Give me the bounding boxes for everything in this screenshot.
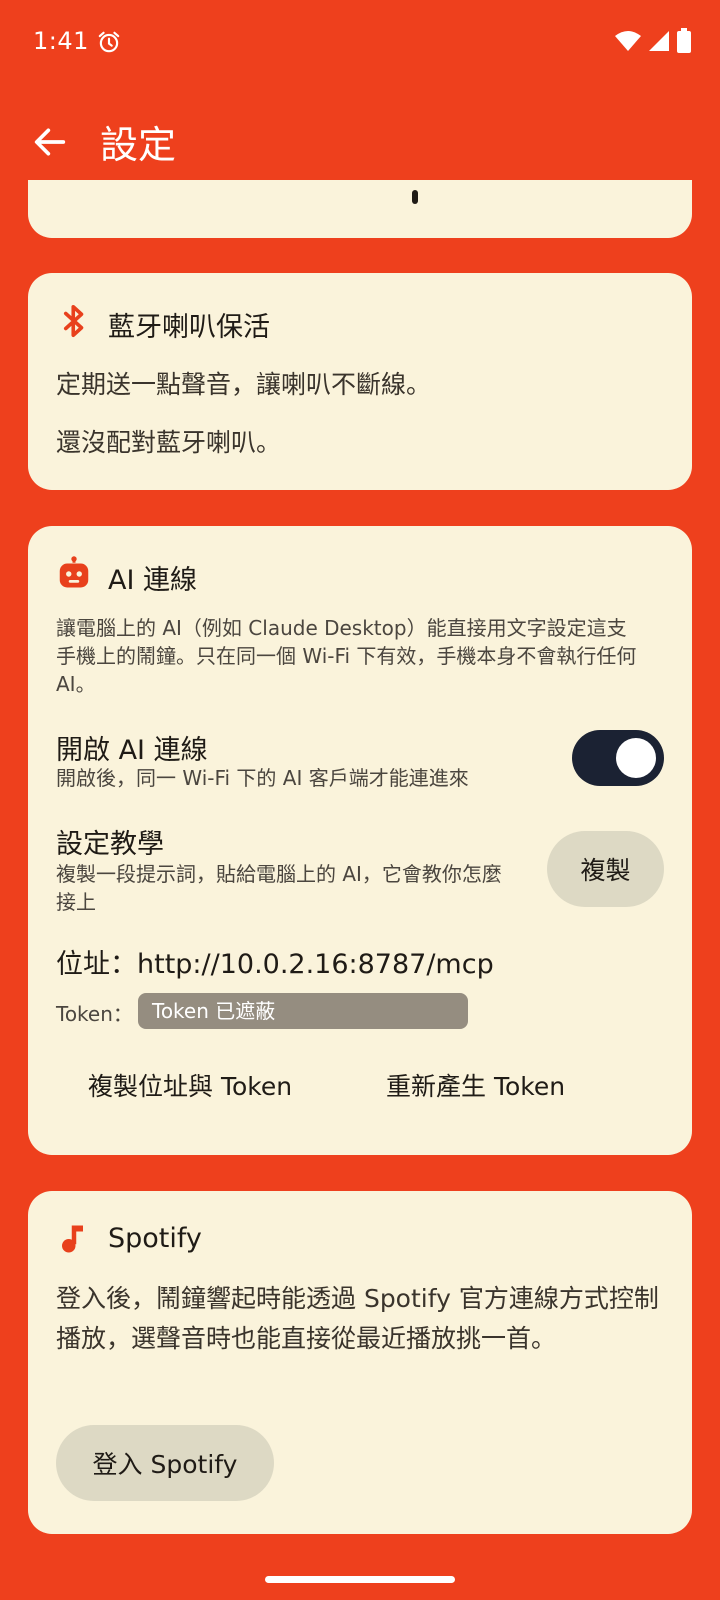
robot-icon [59, 556, 89, 588]
gesture-nav-bar[interactable] [265, 1576, 455, 1583]
slider-handle[interactable] [412, 190, 418, 204]
address-row: 位址：http://10.0.2.16:8787/mcp [56, 942, 494, 981]
token-label: Token： [56, 1002, 133, 1026]
spotify-login-button[interactable]: 登入 Spotify [56, 1425, 274, 1501]
status-time: 1:41 [33, 27, 89, 55]
ai-title: AI 連線 [108, 565, 198, 596]
tutorial-subtitle: 複製一段提示詞，貼給電腦上的 AI，它會教你怎麼接上 [56, 862, 502, 914]
copy-prompt-button[interactable]: 複製 [547, 831, 664, 907]
spotify-card: Spotify 登入後，鬧鐘響起時能透過 Spotify 官方連線方式控制播放，… [28, 1191, 692, 1534]
token-chip[interactable]: Token 已遮蔽 [138, 993, 468, 1029]
address-value: http://10.0.2.16:8787/mcp [137, 949, 494, 980]
tutorial-title: 設定教學 [56, 829, 164, 860]
wifi-icon [615, 31, 641, 51]
cell-signal-icon [649, 31, 669, 51]
toggle-knob [616, 738, 656, 778]
battery-icon [677, 28, 691, 53]
bluetooth-card: 藍牙喇叭保活 定期送一點聲音，讓喇叭不斷線。 還沒配對藍牙喇叭。 [28, 273, 692, 490]
enable-ai-toggle[interactable] [572, 730, 664, 786]
partial-card [28, 180, 692, 238]
music-note-icon [62, 1225, 83, 1253]
ai-description: 讓電腦上的 AI（例如 Claude Desktop）能直接用文字設定這支手機上… [56, 616, 637, 696]
page-title: 設定 [100, 123, 177, 167]
address-label: 位址： [56, 949, 137, 980]
spotify-description: 登入後，鬧鐘響起時能透過 Spotify 官方連線方式控制播放，選聲音時也能直接… [56, 1284, 659, 1353]
enable-ai-subtitle: 開啟後，同一 Wi-Fi 下的 AI 客戶端才能連進來 [56, 766, 469, 790]
bluetooth-icon [63, 304, 84, 338]
bluetooth-status: 還沒配對藍牙喇叭。 [56, 428, 282, 457]
enable-ai-title: 開啟 AI 連線 [56, 735, 208, 766]
alarm-icon [98, 31, 120, 53]
back-arrow-icon[interactable] [30, 122, 70, 162]
bluetooth-description: 定期送一點聲音，讓喇叭不斷線。 [56, 370, 432, 399]
status-bar: 1:41 [0, 0, 720, 86]
regenerate-token-button[interactable]: 重新產生 Token [386, 1067, 565, 1103]
spotify-title: Spotify [108, 1223, 202, 1254]
copy-address-token-button[interactable]: 複製位址與 Token [88, 1067, 292, 1103]
bluetooth-title: 藍牙喇叭保活 [108, 312, 270, 343]
